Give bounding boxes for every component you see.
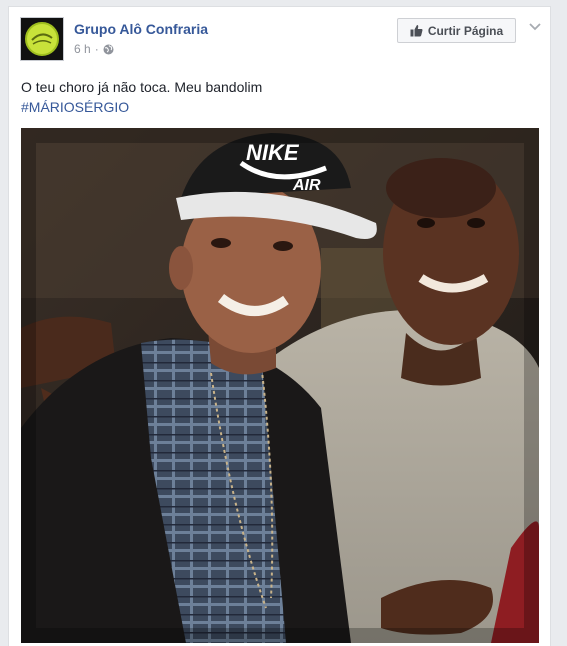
- post-photo[interactable]: NIKE AIR: [21, 128, 539, 643]
- cap-logo-text: NIKE: [246, 140, 300, 165]
- page-name-link[interactable]: Grupo Alô Confraria: [74, 21, 208, 37]
- post-message: O teu choro já não toca. Meu bandolim #M…: [21, 77, 262, 117]
- post-timestamp[interactable]: 6 h: [74, 42, 91, 56]
- post-body-text: O teu choro já não toca. Meu bandolim: [21, 79, 263, 95]
- hashtag-link[interactable]: #MÁRIOSÉRGIO: [21, 97, 262, 117]
- group-logo-avatar[interactable]: [20, 17, 64, 61]
- meta-separator: ·: [94, 42, 99, 56]
- chevron-down-icon[interactable]: [528, 19, 542, 33]
- post-meta: 6 h ·: [74, 42, 114, 56]
- thumbs-up-icon: [410, 24, 423, 37]
- post-card: Grupo Alô Confraria 6 h · Curtir Página: [8, 6, 551, 646]
- globe-icon: [103, 44, 114, 55]
- cap-logo-subtext: AIR: [292, 177, 321, 194]
- like-page-label: Curtir Página: [427, 23, 504, 38]
- like-page-button[interactable]: Curtir Página: [397, 18, 516, 43]
- post-header: Grupo Alô Confraria 6 h · Curtir Página: [9, 7, 550, 71]
